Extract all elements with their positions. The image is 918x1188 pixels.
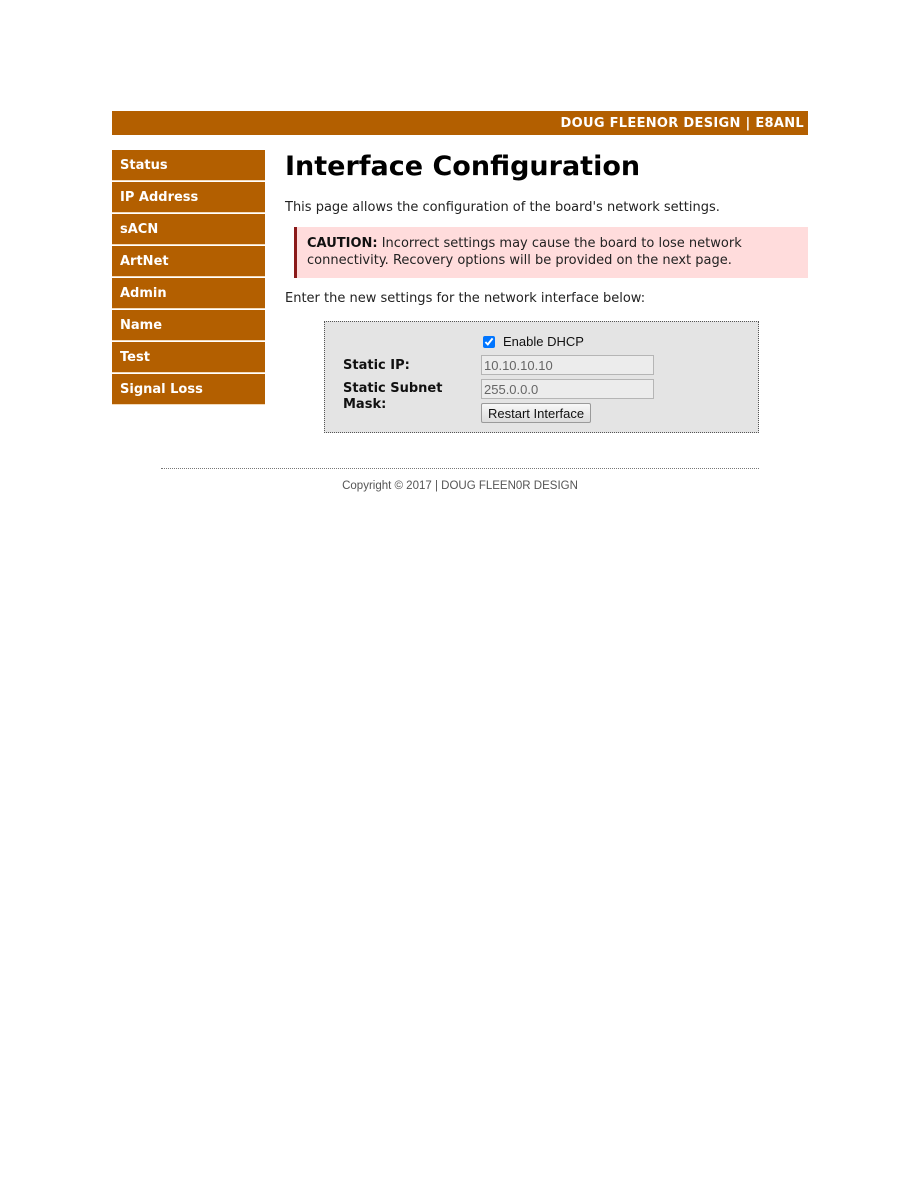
sidebar-item-status[interactable]: Status bbox=[112, 150, 265, 181]
subnet-mask-label: Static Subnet Mask: bbox=[343, 381, 443, 412]
footer-copyright: Copyright © 2017 | DOUG FLEEN0R DESIGN bbox=[342, 480, 578, 492]
static-ip-input[interactable] bbox=[481, 355, 654, 375]
footer-divider bbox=[161, 468, 759, 469]
caution-box: CAUTION: Incorrect settings may cause th… bbox=[294, 227, 808, 278]
site-header: DOUG FLEENOR DESIGN | E8ANL bbox=[112, 111, 808, 135]
caution-label: CAUTION: bbox=[307, 236, 378, 251]
sidebar-item-sacn[interactable]: sACN bbox=[112, 214, 265, 245]
dhcp-label: Enable DHCP bbox=[503, 334, 584, 349]
dhcp-toggle[interactable]: Enable DHCP bbox=[483, 334, 584, 349]
restart-interface-button[interactable]: Restart Interface bbox=[481, 403, 592, 423]
network-settings-form: Enable DHCP Static IP: Static Subnet Mas… bbox=[324, 321, 759, 433]
brand-title: DOUG FLEENOR DESIGN | E8ANL bbox=[560, 115, 804, 131]
sidebar-item-name[interactable]: Name bbox=[112, 310, 265, 341]
page-title: Interface Configuration bbox=[285, 151, 641, 182]
dhcp-checkbox[interactable] bbox=[483, 335, 495, 348]
intro-text: This page allows the configuration of th… bbox=[285, 200, 720, 215]
sidebar-item-signal-loss[interactable]: Signal Loss bbox=[112, 374, 265, 405]
static-ip-label: Static IP: bbox=[343, 358, 410, 373]
sidebar-nav: Status IP Address sACN ArtNet Admin Name… bbox=[112, 150, 265, 406]
sidebar-item-ip-address[interactable]: IP Address bbox=[112, 182, 265, 213]
subnet-mask-input[interactable] bbox=[481, 379, 654, 399]
sidebar-item-test[interactable]: Test bbox=[112, 342, 265, 373]
main-content: Interface Configuration This page allows… bbox=[285, 150, 808, 306]
sidebar-item-artnet[interactable]: ArtNet bbox=[112, 246, 265, 277]
instructions-text: Enter the new settings for the network i… bbox=[285, 291, 646, 306]
sidebar-item-admin[interactable]: Admin bbox=[112, 278, 265, 309]
